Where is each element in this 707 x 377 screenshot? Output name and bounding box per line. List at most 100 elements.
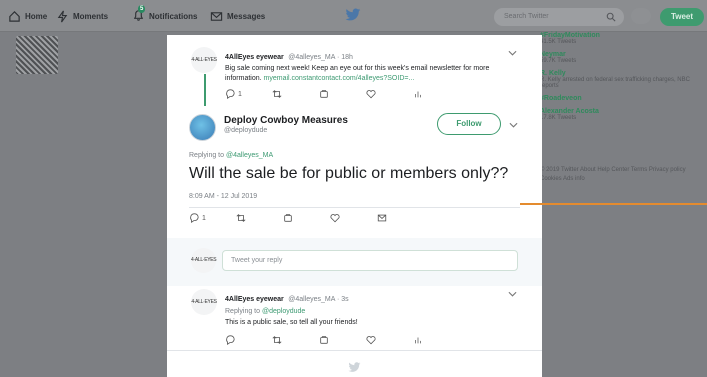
tweet-timestamp[interactable]: 8:09 AM - 12 Jul 2019 [189,193,257,200]
trend-title: #Roadeveon [540,95,582,102]
reply-actions [225,335,460,345]
bell-icon-wrap: 5 [132,4,146,24]
retweet-icon [272,90,282,98]
like-action[interactable] [366,89,413,99]
search-icon[interactable] [606,12,616,22]
reply-replying-to-handle[interactable]: @deploydude [262,308,305,315]
profile-banner-thumbnail [16,36,58,74]
main-author[interactable]: Deploy Cowboy Measures @deploydude [224,115,348,134]
main-actions: 1 [189,213,424,223]
reply-replying-prefix: Replying to [225,308,261,315]
nav-messages[interactable]: Messages [210,8,265,24]
reply-icon [226,335,235,345]
trend-item[interactable]: Alexander Acosta 17.8K Tweets [540,108,700,121]
envelope-icon [210,11,223,21]
lightning-icon [57,10,68,22]
reply-input-placeholder: Tweet your reply [231,257,283,264]
retweet-action[interactable] [236,213,283,223]
reply-icon [226,89,235,99]
parent-tweet-text: Big sale coming next week! Keep an eye o… [225,64,525,84]
analytics-icon [415,337,421,344]
share-icon [284,214,292,222]
analytics-action[interactable] [413,335,460,345]
trend-title: Alexander Acosta [540,108,599,115]
parent-tweet-link[interactable]: myemail.constantcontact.com/4alleyes?SOI… [264,75,415,82]
dm-action[interactable] [283,213,330,223]
heart-icon [366,336,376,345]
reply-author-name[interactable]: 4AllEyes eyewear [225,296,284,303]
retweet-icon [272,336,282,344]
follow-button[interactable]: Follow [437,113,501,135]
reply-action[interactable]: 1 [225,89,272,99]
nav-moments[interactable]: Moments [56,8,108,24]
trend-item[interactable]: #FridayMotivation 41.5K Tweets [540,32,700,45]
parent-author-handle[interactable]: @4alleyes_MA · 18h [288,54,353,61]
parent-avatar[interactable]: 4·ALL·EYES [191,47,217,73]
trend-item[interactable]: #Roadeveon [540,95,700,102]
trend-count: 59.7K Tweets [540,58,577,64]
divider [189,207,520,208]
reply-author-handle[interactable]: @4alleyes_MA · 3s [288,296,348,303]
trend-title: #FridayMotivation [540,32,600,39]
reply-composer-avatar: 4·ALL·EYES [191,248,217,273]
trend-title: Neymar [540,51,566,58]
main-author-avatar[interactable] [189,114,216,141]
chevron-down-icon[interactable] [508,50,517,56]
nav-notifications-label: Notifications [149,11,198,21]
nav-home[interactable]: Home [8,8,47,24]
replying-to-handle[interactable]: @4alleyes_MA [226,152,273,159]
retweet-action[interactable] [272,335,319,345]
trend-count: 17.8K Tweets [540,115,577,121]
twitter-bird-icon[interactable] [345,8,361,22]
annotation-line [520,203,707,205]
reply-icon [190,213,199,223]
heart-icon [366,90,376,99]
chevron-down-icon[interactable] [508,291,517,297]
trend-item[interactable]: R. Kelly R. Kelly arrested on federal se… [540,70,700,89]
parent-author-name[interactable]: 4AllEyes eyewear [225,54,284,61]
share-icon [320,90,328,98]
reply-action[interactable]: 1 [189,213,236,223]
search-input[interactable]: Search Twitter [494,8,624,26]
reply-tweet-text: This is a public sale, so tell all your … [225,319,358,326]
main-author-handle[interactable]: @deploydude [224,127,348,134]
like-action[interactable] [330,213,377,223]
replying-prefix: Replying to [189,152,225,159]
twitter-bird-icon [348,362,361,372]
profile-avatar[interactable] [631,8,651,24]
trend-count: 41.5K Tweets [540,39,577,45]
message-action[interactable] [377,213,424,223]
top-navigation: Home Moments 5 Notifications Messages Se… [0,0,707,32]
replying-to: Replying to @4alleyes_MA [189,152,273,159]
analytics-action[interactable] [413,89,460,99]
parent-tweet: 4AllEyes eyewear @4alleyes_MA · 18h Big … [225,46,525,84]
main-author-name[interactable]: Deploy Cowboy Measures [224,115,348,126]
like-action[interactable] [366,335,413,345]
footer-links[interactable]: © 2019 Twitter About Help Center Terms P… [540,166,690,184]
tweet-detail-modal: 4·ALL·EYES 4AllEyes eyewear @4alleyes_MA… [167,35,542,377]
share-icon [320,336,328,344]
retweet-icon [236,214,246,222]
notification-badge: 5 [138,4,146,13]
trends-list: #FridayMotivation 41.5K Tweets Neymar 59… [540,32,700,127]
trend-item[interactable]: Neymar 59.7K Tweets [540,51,700,64]
retweet-action[interactable] [272,89,319,99]
nav-notifications[interactable]: 5 Notifications [132,4,198,24]
heart-icon [330,214,340,223]
reply-tweet-avatar[interactable]: 4·ALL·EYES [191,289,217,315]
chevron-down-icon[interactable] [509,122,518,128]
nav-moments-label: Moments [73,11,109,21]
reply-input[interactable]: Tweet your reply [222,250,518,271]
analytics-icon [415,91,421,98]
reply-tweet: 4AllEyes eyewear @4alleyes_MA · 3s Reply… [225,288,505,328]
thread-connector [204,74,206,106]
dm-action[interactable] [319,89,366,99]
parent-actions: 1 [225,89,460,99]
tweet-button[interactable]: Tweet [660,8,704,26]
reply-replying-to: Replying to @deploydude [225,308,505,315]
dm-action[interactable] [319,335,366,345]
trend-title: R. Kelly [540,70,566,77]
search-placeholder: Search Twitter [504,13,549,20]
reply-action[interactable] [225,335,272,345]
reply-count: 1 [238,90,242,98]
